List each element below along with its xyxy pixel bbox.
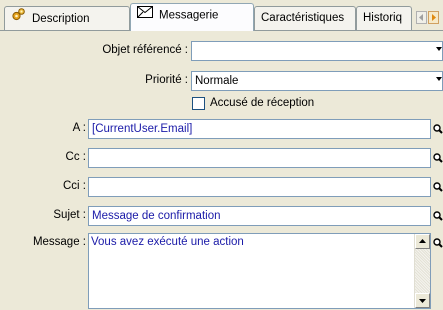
message-textarea[interactable]: Vous avez exécuté une action (88, 233, 431, 309)
message-label: Message : (32, 236, 86, 248)
cci-lookup-icon[interactable] (432, 177, 443, 197)
sujet-label: Sujet : (53, 209, 86, 221)
chevron-down-icon (419, 299, 426, 303)
tab-bar: Description Messagerie Caractéristiques … (0, 0, 443, 31)
priorite-select[interactable]: Normale (191, 71, 443, 91)
tab-scroll-left-button[interactable] (416, 11, 427, 24)
message-scrollbar[interactable] (414, 234, 430, 308)
tab-messagerie-label: Messagerie (159, 9, 219, 22)
objet-select[interactable] (191, 41, 443, 61)
sujet-value: Message de confirmation (92, 210, 221, 222)
scroll-down-button[interactable] (415, 293, 430, 308)
scroll-up-button[interactable] (415, 234, 430, 249)
chevron-down-icon (436, 77, 442, 81)
a-label: A : (72, 122, 86, 134)
tab-messagerie[interactable]: Messagerie (130, 3, 254, 31)
accuse-label: Accusé de réception (210, 97, 315, 109)
accuse-checkbox[interactable] (192, 97, 205, 110)
message-value: Vous avez exécuté une action (91, 236, 244, 248)
a-value: [CurrentUser.Email] (92, 123, 193, 135)
tab-description[interactable]: Description (4, 6, 130, 31)
chevron-down-icon (436, 47, 442, 51)
a-lookup-icon[interactable] (432, 119, 443, 139)
cci-field[interactable] (88, 177, 431, 197)
priorite-value: Normale (195, 75, 239, 87)
tab-caracteristiques[interactable]: Caractéristiques (254, 6, 356, 31)
cc-label: Cc : (65, 151, 86, 163)
chevron-right-icon (432, 14, 436, 21)
tab-historique[interactable]: Historiq (356, 6, 412, 31)
priorite-label: Priorité : (145, 74, 188, 86)
tab-scroll-right-button[interactable] (428, 11, 439, 24)
objet-label: Objet référencé : (102, 44, 188, 56)
cc-lookup-icon[interactable] (432, 148, 443, 168)
chevron-up-icon (419, 239, 426, 243)
cci-label: Cci : (63, 180, 86, 192)
messagerie-panel: Objet référencé : Priorité : Normale Acc… (0, 30, 443, 309)
chevron-left-icon (419, 14, 423, 21)
tab-caracteristiques-label: Caractéristiques (261, 12, 345, 24)
message-lookup-icon[interactable] (432, 233, 443, 253)
gears-icon (11, 7, 26, 31)
tab-historique-label: Historiq (363, 12, 402, 24)
envelope-icon (137, 4, 153, 27)
sujet-lookup-icon[interactable] (432, 206, 443, 226)
tab-description-label: Description (32, 13, 90, 26)
a-field[interactable]: [CurrentUser.Email] (88, 119, 431, 139)
cc-field[interactable] (88, 148, 431, 168)
sujet-field[interactable]: Message de confirmation (88, 206, 431, 226)
